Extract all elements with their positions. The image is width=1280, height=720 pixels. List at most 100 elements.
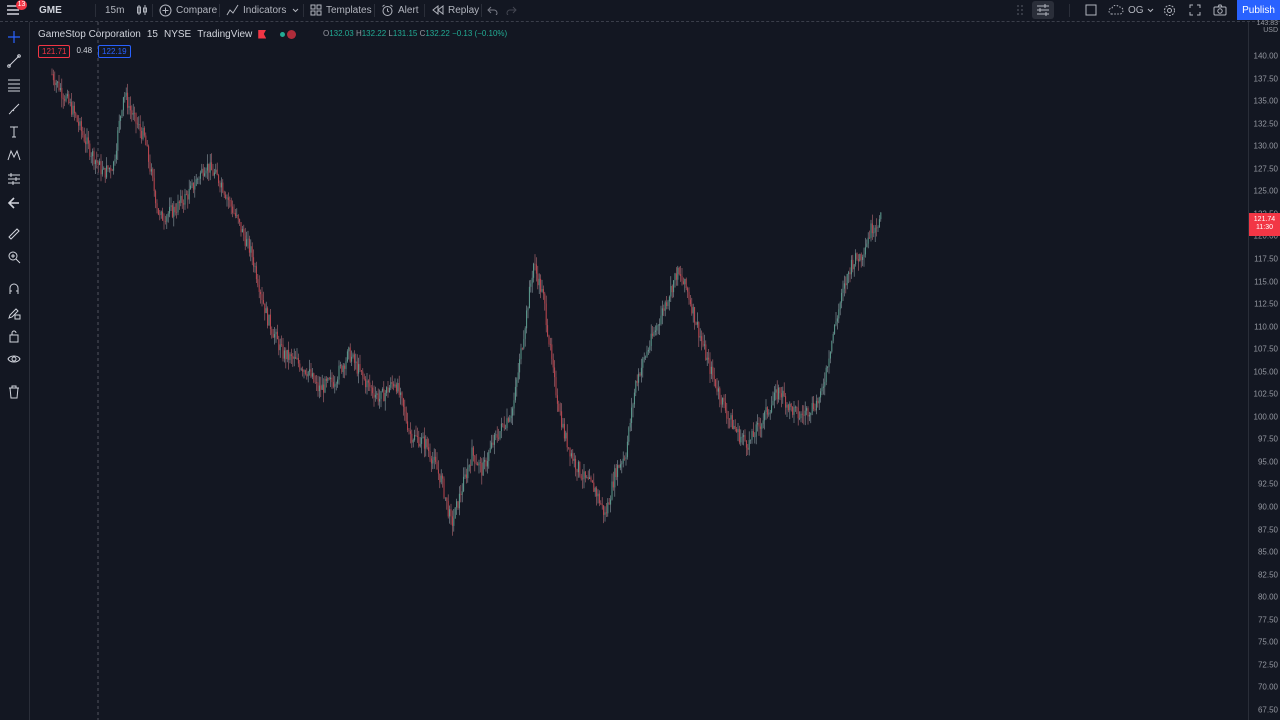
candle-body xyxy=(629,422,631,428)
select-layout-button[interactable] xyxy=(1085,0,1097,20)
candle-body xyxy=(684,278,686,285)
candle-body xyxy=(535,264,537,274)
magnet-tool[interactable] xyxy=(5,280,23,298)
series-legend[interactable]: GameStop Corporation 15 NYSE TradingView xyxy=(38,27,297,41)
bar-countdown: 11:30 xyxy=(1256,224,1273,231)
lock-icon xyxy=(9,330,19,343)
stay-drawing-tool[interactable] xyxy=(5,304,23,322)
candle-body xyxy=(836,318,838,322)
templates-button[interactable]: Templates xyxy=(310,0,372,20)
pattern-tool[interactable] xyxy=(5,146,23,164)
candle-body xyxy=(556,395,558,404)
candle-body xyxy=(303,370,305,372)
ruler-tool[interactable] xyxy=(5,225,23,243)
candle-body xyxy=(513,400,515,409)
save-layout-button[interactable]: OG xyxy=(1108,0,1144,20)
compare-button[interactable]: Compare xyxy=(159,0,217,20)
text-tool[interactable] xyxy=(5,123,23,141)
candle-body xyxy=(206,163,208,171)
lock-drawings-tool[interactable] xyxy=(5,327,23,345)
price-tick-label: 80.00 xyxy=(1257,592,1278,602)
candlestick-chart[interactable] xyxy=(32,22,1248,720)
price-tick-label: 125.00 xyxy=(1253,186,1278,196)
candle-body xyxy=(582,478,584,480)
candle-body xyxy=(321,384,323,390)
settings-button[interactable] xyxy=(1163,0,1176,20)
candle-body xyxy=(51,74,53,75)
chart-pane[interactable] xyxy=(32,22,1248,720)
candle-body xyxy=(377,393,379,402)
brush-tool[interactable] xyxy=(5,100,23,118)
candle-body xyxy=(516,379,518,387)
candle-body xyxy=(638,373,640,383)
candle-body xyxy=(859,254,861,262)
candle-body xyxy=(275,331,277,335)
candle-body xyxy=(71,102,73,115)
candle-body xyxy=(55,82,57,86)
alert-button[interactable]: Alert xyxy=(381,0,419,20)
layout-dropdown[interactable] xyxy=(1147,0,1154,20)
replay-button[interactable]: Replay xyxy=(432,0,479,20)
candle-body xyxy=(405,411,407,422)
fullscreen-button[interactable] xyxy=(1189,0,1201,20)
bid-box[interactable]: 121.71 xyxy=(38,45,71,58)
drag-handle[interactable] xyxy=(1016,0,1024,20)
candle-body xyxy=(328,378,330,380)
candle-body xyxy=(766,407,768,415)
hide-drawings-tool[interactable] xyxy=(5,350,23,368)
crosshair-tool[interactable] xyxy=(5,28,23,46)
candle-body xyxy=(198,178,200,180)
remove-drawings-tool[interactable] xyxy=(5,383,23,401)
fib-tool[interactable] xyxy=(5,76,23,94)
trendline-tool[interactable] xyxy=(5,52,23,70)
candle-body xyxy=(484,459,486,462)
candle-body xyxy=(850,259,852,275)
candle-body xyxy=(610,499,612,505)
undo-button[interactable] xyxy=(487,0,498,20)
candle-body xyxy=(626,441,628,458)
candle-body xyxy=(407,421,409,430)
candle-body xyxy=(261,294,263,301)
candle-body xyxy=(821,387,823,392)
forecast-tool[interactable] xyxy=(5,170,23,188)
bar-style-button[interactable] xyxy=(136,0,148,20)
candle-body xyxy=(232,206,234,213)
candle-body xyxy=(729,418,731,420)
candle-body xyxy=(500,423,502,432)
layout-button[interactable] xyxy=(1032,1,1054,19)
alert-label: Alert xyxy=(398,4,419,16)
flag-icon[interactable] xyxy=(258,29,267,39)
indicators-button[interactable]: Indicators xyxy=(226,0,286,20)
snapshot-button[interactable] xyxy=(1213,0,1227,20)
hide-toolbar-button[interactable] xyxy=(5,194,23,212)
candle-body xyxy=(288,349,290,360)
indicators-dropdown[interactable] xyxy=(292,0,299,20)
publish-button[interactable]: Publish xyxy=(1237,0,1280,20)
zoom-tool[interactable] xyxy=(5,248,23,266)
redo-button[interactable] xyxy=(506,0,517,20)
candle-body xyxy=(269,314,271,330)
candle-body xyxy=(866,243,868,248)
candle-body xyxy=(706,357,708,361)
candle-body xyxy=(82,131,84,136)
symbol-search-button[interactable]: GME xyxy=(39,0,62,20)
candle-body xyxy=(598,493,600,504)
price-axis[interactable]: 143.83 USD 140.00 137.50 135.00 132.50 130.0… xyxy=(1248,20,1280,720)
candle-body xyxy=(299,363,301,370)
candle-body xyxy=(450,509,452,517)
candle-body xyxy=(803,414,805,416)
candle-body xyxy=(594,488,596,492)
candle-body xyxy=(773,392,775,401)
candle-body xyxy=(703,344,705,346)
interval-button[interactable]: 15m xyxy=(105,0,124,20)
candle-body xyxy=(236,215,238,216)
candle-body xyxy=(167,213,169,217)
ask-box[interactable]: 122.19 xyxy=(98,45,131,58)
candle-body xyxy=(139,124,141,131)
candle-body xyxy=(710,366,712,374)
candle-body xyxy=(475,463,477,464)
candle-body xyxy=(348,347,350,352)
candle-body xyxy=(736,428,738,433)
candle-body xyxy=(223,192,225,195)
candle-body xyxy=(768,413,770,415)
